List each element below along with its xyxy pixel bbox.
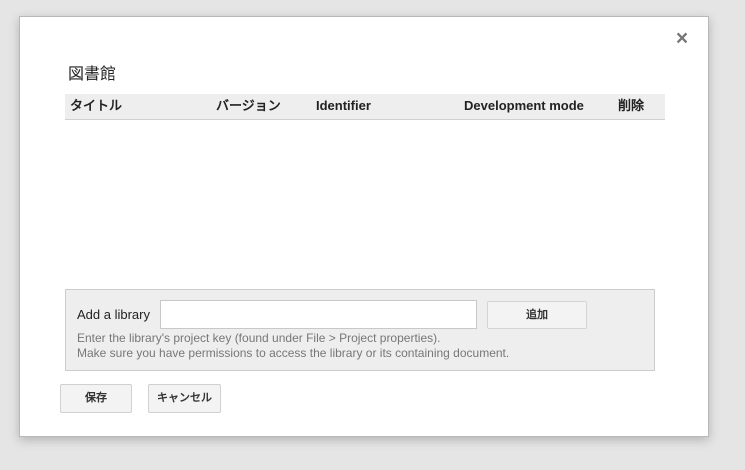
column-header-development-mode: Development mode <box>464 98 584 113</box>
libraries-table-body <box>65 120 665 280</box>
save-button[interactable]: 保存 <box>60 384 132 413</box>
libraries-dialog: × 図書館 タイトル バージョン Identifier Development … <box>19 16 709 437</box>
add-library-button[interactable]: 追加 <box>487 301 587 329</box>
column-header-title: タイトル <box>70 98 123 113</box>
help-text-project-key: Enter the library's project key (found u… <box>77 331 441 345</box>
column-header-identifier: Identifier <box>316 98 371 113</box>
cancel-button[interactable]: キャンセル <box>148 384 221 413</box>
column-header-delete: 削除 <box>618 98 645 113</box>
close-icon[interactable]: × <box>673 28 691 50</box>
add-library-label: Add a library <box>77 307 150 322</box>
library-key-input[interactable] <box>160 300 477 329</box>
dialog-title: 図書館 <box>68 66 117 83</box>
help-text-permissions: Make sure you have permissions to access… <box>77 346 510 360</box>
add-library-panel: Add a library 追加 Enter the library's pro… <box>65 289 655 371</box>
libraries-table-header: タイトル バージョン Identifier Development mode 削… <box>65 94 665 120</box>
column-header-version: バージョン <box>216 98 281 113</box>
